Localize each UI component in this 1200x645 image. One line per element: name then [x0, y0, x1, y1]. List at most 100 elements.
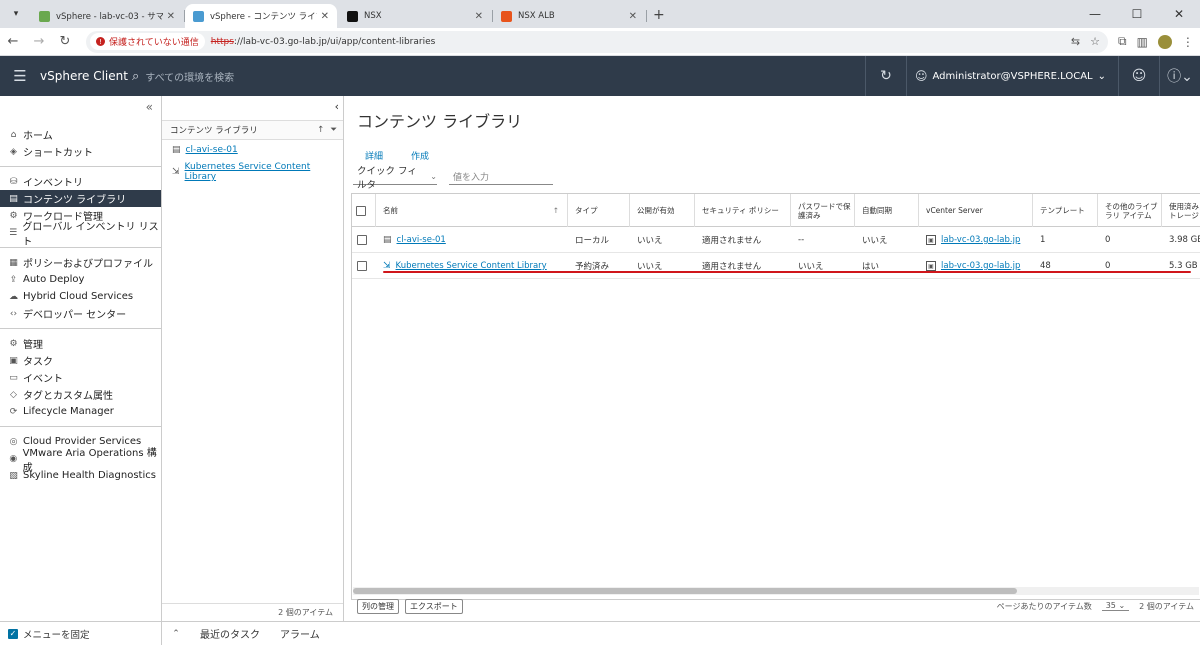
profile-avatar[interactable] [1157, 34, 1172, 49]
new-tab-icon[interactable]: + [653, 7, 665, 23]
menu-icon[interactable]: ☰ [0, 67, 40, 85]
table-row[interactable]: ⇲ Kubernetes Service Content Library 予約済み… [352, 253, 1200, 279]
sidebar-item[interactable]: ⟳ Lifecycle Manager [0, 403, 161, 420]
recent-tasks-tab[interactable]: 最近のタスク [200, 626, 260, 641]
close-window-icon[interactable]: ✕ [1158, 0, 1200, 28]
select-all-checkbox[interactable] [356, 205, 366, 216]
per-page-value: 35 [1105, 601, 1116, 610]
export-button[interactable]: エクスポート [405, 598, 463, 614]
sidebar-item[interactable]: ☁ Hybrid Cloud Services [0, 288, 161, 305]
manage-columns-button[interactable]: 列の管理 [357, 598, 399, 614]
extensions-icon[interactable]: ⧉ [1118, 34, 1127, 49]
table-row[interactable]: ▤ cl-avi-se-01 ローカル いいえ 適用されません -- いいえ ▣ l… [352, 227, 1200, 253]
grid-footer: 列の管理 エクスポート ページあたりのアイテム数 35 ⌄ 2 個のアイテム [351, 596, 1200, 616]
bookmark-star-icon[interactable]: ☆ [1090, 35, 1100, 48]
tree-item-label[interactable]: cl-avi-se-01 [186, 145, 238, 155]
collapse-nav-icon[interactable]: « [146, 100, 153, 114]
not-secure-badge[interactable]: ! 保護されていない通信 [90, 33, 205, 50]
feedback-smiley-icon[interactable]: ☺ [1119, 68, 1159, 84]
sidebar-item[interactable]: ⇪ Auto Deploy [0, 271, 161, 288]
column-header-password-protected[interactable]: パスワードで保護済み [791, 194, 855, 227]
column-header-type[interactable]: タイプ [568, 194, 630, 227]
column-header-vcenter-server[interactable]: vCenter Server [919, 194, 1033, 227]
forward-icon[interactable]: → [26, 34, 52, 49]
cell-type: ローカル [575, 236, 610, 246]
cell-templates: 48 [1040, 261, 1051, 271]
quick-filter-select[interactable]: クイック フィルタ ⌄ [353, 166, 437, 191]
global-search[interactable]: ⌕ すべての環境を検索 [132, 69, 234, 84]
home-icon: ⌂ [10, 129, 17, 140]
tree-item-label[interactable]: Kubernetes Service Content Library [185, 162, 343, 182]
cell-storage-used: 3.98 GB [1169, 235, 1200, 245]
sort-icon[interactable]: ↑ [317, 125, 324, 135]
translate-icon[interactable]: ⇆ [1071, 35, 1080, 48]
sidebar-item[interactable]: ◈ ショートカット [0, 143, 161, 160]
user-icon: ☺ [914, 69, 928, 83]
column-header-auto-sync[interactable]: 自動同期 [855, 194, 919, 227]
minimize-icon[interactable]: — [1074, 0, 1116, 28]
vcenter-link[interactable]: lab-vc-03.go-lab.jp [941, 261, 1020, 271]
details-button[interactable]: 詳細 [365, 149, 383, 162]
vcenter-link[interactable]: lab-vc-03.go-lab.jp [941, 235, 1020, 245]
back-icon[interactable]: ← [0, 34, 26, 49]
browser-tab-nsx-alb[interactable]: NSX ALB ✕ [493, 4, 647, 28]
library-tree-panel: ‹ コンテンツ ライブラリ ↑ ⏷ ▤ cl-avi-se-01 ⇲ Kuber… [162, 96, 344, 621]
user-menu[interactable]: ☺ Administrator@VSPHERE.LOCAL ⌄ [907, 69, 1118, 83]
column-header-storage-used[interactable]: 使用済みストレージ [1162, 194, 1200, 227]
sidebar-item[interactable]: ▦ ポリシーおよびプロファイル [0, 254, 161, 271]
sidebar-item[interactable]: ▤ コンテンツ ライブラリ [0, 190, 161, 207]
sidebar-item[interactable]: ▧ Skyline Health Diagnostics [0, 467, 161, 484]
column-header-name[interactable]: 名前 ↑ [376, 194, 568, 227]
library-name-link[interactable]: cl-avi-se-01 [397, 235, 446, 245]
sidebar-item[interactable]: ◉ VMware Aria Operations 構成 [0, 448, 161, 474]
reload-icon[interactable]: ↻ [52, 34, 78, 49]
sidebar-item[interactable]: ⛁ インベントリ [0, 173, 161, 190]
column-header-other-items[interactable]: その他のライブラリ アイテム [1098, 194, 1162, 227]
sidebar-item[interactable]: ☰ グローバル インベントリ リスト [0, 222, 161, 248]
pin-menu[interactable]: ✓ メニューを固定 [0, 621, 162, 645]
chevron-down-icon: ⌄ [1097, 70, 1106, 82]
sort-icon[interactable]: ↑ [553, 206, 559, 215]
scrollbar-thumb[interactable] [353, 588, 1017, 594]
browser-tab-summary[interactable]: vSphere - lab-vc-03 - サマリ ✕ [31, 4, 185, 28]
sidebar-item[interactable]: ◇ タグとカスタム属性 [0, 386, 161, 403]
help-icon[interactable]: ⓘ⌄ [1160, 66, 1200, 86]
sidebar-item[interactable]: ▭ イベント [0, 369, 161, 386]
filter-icon[interactable]: ⏷ [330, 125, 337, 135]
browser-tab-nsx[interactable]: NSX ✕ [339, 4, 493, 28]
sidebar-item[interactable]: ⚙ 管理 [0, 335, 161, 352]
pin-menu-checkbox[interactable]: ✓ [8, 628, 18, 639]
close-tab-icon[interactable]: ✕ [475, 11, 483, 22]
row-checkbox[interactable] [356, 261, 367, 271]
sidebar-item[interactable]: ▣ タスク [0, 352, 161, 369]
horizontal-scrollbar[interactable] [353, 587, 1199, 595]
url-field[interactable]: ! 保護されていない通信 https://lab-vc-03.go-lab.jp… [86, 30, 1108, 53]
close-tab-icon[interactable]: ✕ [167, 11, 175, 22]
tree-item-kubernetes-library[interactable]: ⇲ Kubernetes Service Content Library [172, 162, 343, 182]
row-checkbox[interactable] [356, 235, 367, 245]
collapse-tree-icon[interactable]: ‹ [335, 100, 339, 113]
sidebar-item[interactable]: ⌂ ホーム [0, 126, 161, 143]
sidebar-item-label: VMware Aria Operations 構成 [22, 447, 157, 474]
column-header-security-policy[interactable]: セキュリティ ポリシー [695, 194, 791, 227]
alarms-tab[interactable]: アラーム [280, 626, 320, 641]
create-button[interactable]: 作成 [411, 149, 429, 162]
sidebar-item-label: タスク [23, 357, 53, 368]
per-page-select[interactable]: 35 ⌄ [1101, 601, 1130, 611]
tab-title: NSX [364, 11, 382, 21]
refresh-icon[interactable]: ↻ [866, 68, 906, 84]
library-name-link[interactable]: Kubernetes Service Content Library [396, 261, 547, 271]
sidebar-item[interactable]: ‹› デベロッパー センター [0, 305, 161, 322]
sidebar-icon[interactable]: ▥ [1137, 35, 1148, 49]
close-tab-icon[interactable]: ✕ [629, 11, 637, 22]
column-header-published[interactable]: 公開が有効 [630, 194, 695, 227]
tree-item-cl-avi-se-01[interactable]: ▤ cl-avi-se-01 [172, 145, 238, 155]
column-header-templates[interactable]: テンプレート [1033, 194, 1098, 227]
filter-value-input[interactable]: 値を入力 [449, 169, 553, 185]
browser-tab-content-libraries[interactable]: vSphere - コンテンツ ライブラリ ✕ [185, 4, 337, 28]
browser-menu-icon[interactable]: ⋮ [1182, 35, 1194, 49]
tab-search-icon[interactable]: ▾ [5, 3, 27, 25]
close-tab-icon[interactable]: ✕ [321, 11, 329, 22]
expand-panel-icon[interactable]: ⌃ [162, 629, 190, 639]
maximize-icon[interactable]: ☐ [1116, 0, 1158, 28]
